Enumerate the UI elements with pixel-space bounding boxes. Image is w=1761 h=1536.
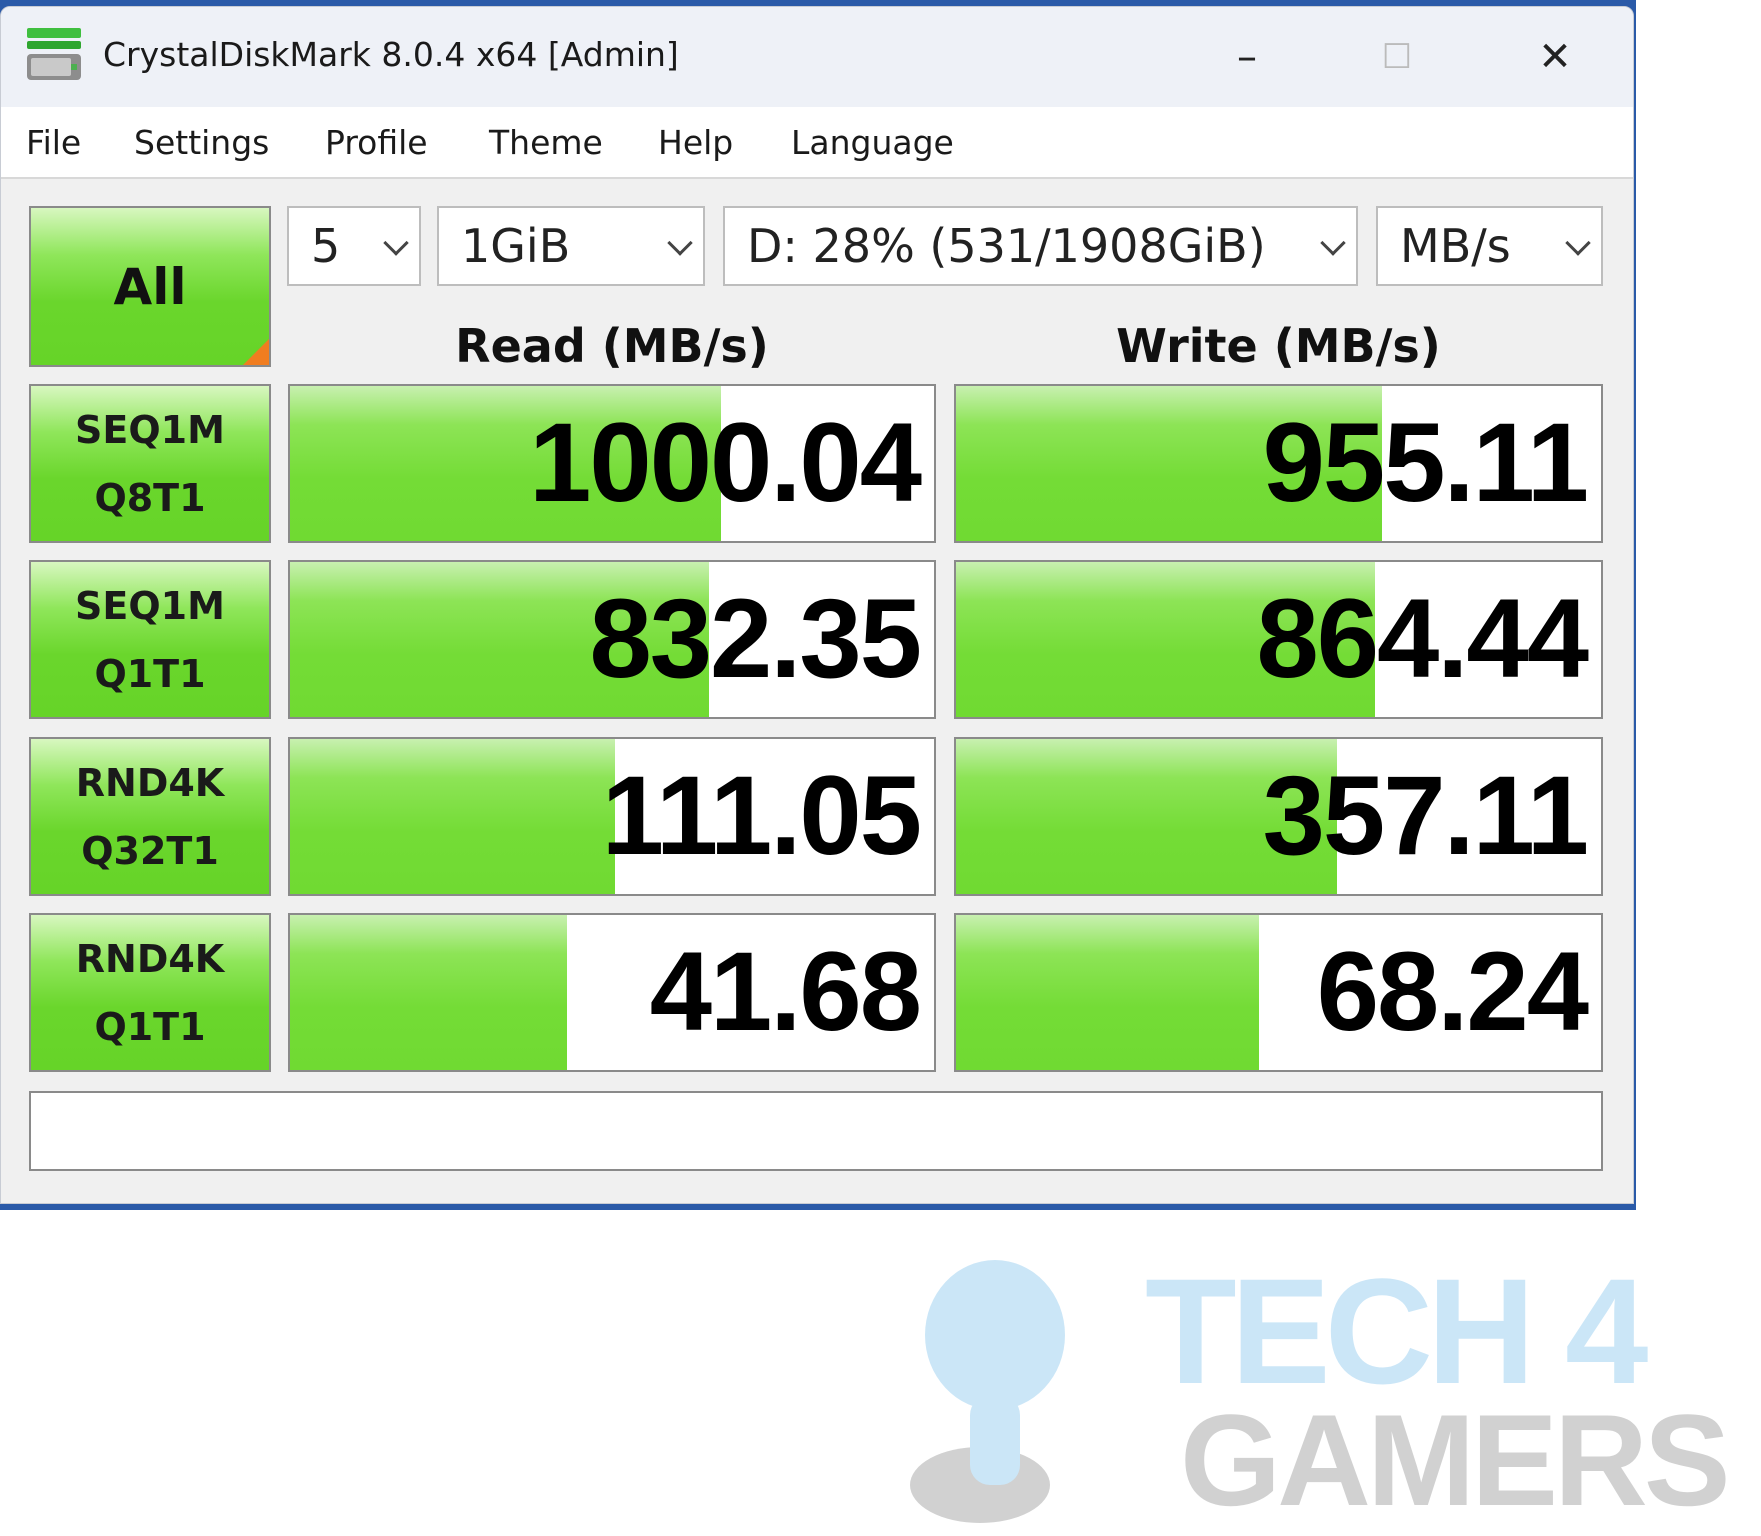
read-value: 832.35 <box>589 576 922 701</box>
chevron-down-icon <box>1320 230 1346 256</box>
read-bar <box>290 739 616 894</box>
watermark-line2: GAMERS <box>1180 1387 1731 1533</box>
test-name: SEQ1M <box>75 583 225 628</box>
write-result-cell: 955.11 <box>954 384 1603 543</box>
write-result-cell: 357.11 <box>954 737 1603 896</box>
menu-language[interactable]: Language <box>791 123 954 162</box>
close-button[interactable]: ✕ <box>1525 27 1585 87</box>
read-result-cell: 1000.04 <box>288 384 936 543</box>
menu-settings[interactable]: Settings <box>134 123 269 162</box>
test-size-select[interactable]: 1GiB <box>437 206 705 286</box>
test-params: Q1T1 <box>94 651 206 696</box>
menu-profile[interactable]: Profile <box>325 123 428 162</box>
write-value: 357.11 <box>1262 753 1589 878</box>
read-result-cell: 111.05 <box>288 737 936 896</box>
write-header: Write (MB/s) <box>1116 319 1441 373</box>
app-disk-icon <box>27 28 81 80</box>
menu-file[interactable]: File <box>26 123 81 162</box>
test-params: Q8T1 <box>94 475 206 520</box>
write-value: 864.44 <box>1256 576 1589 701</box>
all-tests-button[interactable]: All <box>29 206 271 367</box>
mascot-logo-icon <box>910 1260 1065 1523</box>
unit-value: MB/s <box>1400 219 1511 273</box>
test-params: Q1T1 <box>94 1004 206 1049</box>
test-name: RND4K <box>75 760 225 805</box>
write-value: 68.24 <box>1316 929 1589 1054</box>
read-value: 1000.04 <box>529 400 922 525</box>
read-bar <box>290 915 567 1070</box>
all-label: All <box>113 257 187 316</box>
corner-marker-icon <box>243 339 269 365</box>
read-header: Read (MB/s) <box>455 319 769 373</box>
drive-select[interactable]: D: 28% (531/1908GiB) <box>723 206 1358 286</box>
test-button-0[interactable]: SEQ1M Q8T1 <box>29 384 271 543</box>
read-value: 111.05 <box>601 753 922 878</box>
chevron-down-icon <box>383 230 409 256</box>
chevron-down-icon <box>1565 230 1591 256</box>
drive-value: D: 28% (531/1908GiB) <box>747 219 1266 273</box>
test-name: RND4K <box>75 936 225 981</box>
test-button-2[interactable]: RND4K Q32T1 <box>29 737 271 896</box>
tech4gamers-watermark: TECH 4 GAMERS <box>900 1245 1750 1533</box>
read-value: 41.68 <box>649 929 922 1054</box>
test-button-3[interactable]: RND4K Q1T1 <box>29 913 271 1072</box>
menu-theme[interactable]: Theme <box>489 123 603 162</box>
write-result-cell: 68.24 <box>954 913 1603 1072</box>
crystaldiskmark-window: CrystalDiskMark 8.0.4 x64 [Admin] – ☐ ✕ … <box>0 6 1634 1204</box>
window-title: CrystalDiskMark 8.0.4 x64 [Admin] <box>103 35 679 74</box>
menu-bar: File Settings Profile Theme Help Languag… <box>1 107 1633 179</box>
chevron-down-icon <box>667 230 693 256</box>
minimize-button[interactable]: – <box>1217 27 1277 87</box>
read-result-cell: 41.68 <box>288 913 936 1072</box>
status-bar <box>29 1091 1603 1171</box>
write-value: 955.11 <box>1262 400 1589 525</box>
write-result-cell: 864.44 <box>954 560 1603 719</box>
unit-select[interactable]: MB/s <box>1376 206 1603 286</box>
test-count-value: 5 <box>311 219 341 273</box>
menu-help[interactable]: Help <box>658 123 733 162</box>
write-bar <box>956 915 1260 1070</box>
test-button-1[interactable]: SEQ1M Q1T1 <box>29 560 271 719</box>
test-name: SEQ1M <box>75 407 225 452</box>
test-params: Q32T1 <box>81 828 219 873</box>
maximize-button[interactable]: ☐ <box>1367 27 1427 87</box>
read-result-cell: 832.35 <box>288 560 936 719</box>
test-size-value: 1GiB <box>461 219 571 273</box>
test-count-select[interactable]: 5 <box>287 206 421 286</box>
title-bar: CrystalDiskMark 8.0.4 x64 [Admin] – ☐ ✕ <box>1 7 1633 107</box>
